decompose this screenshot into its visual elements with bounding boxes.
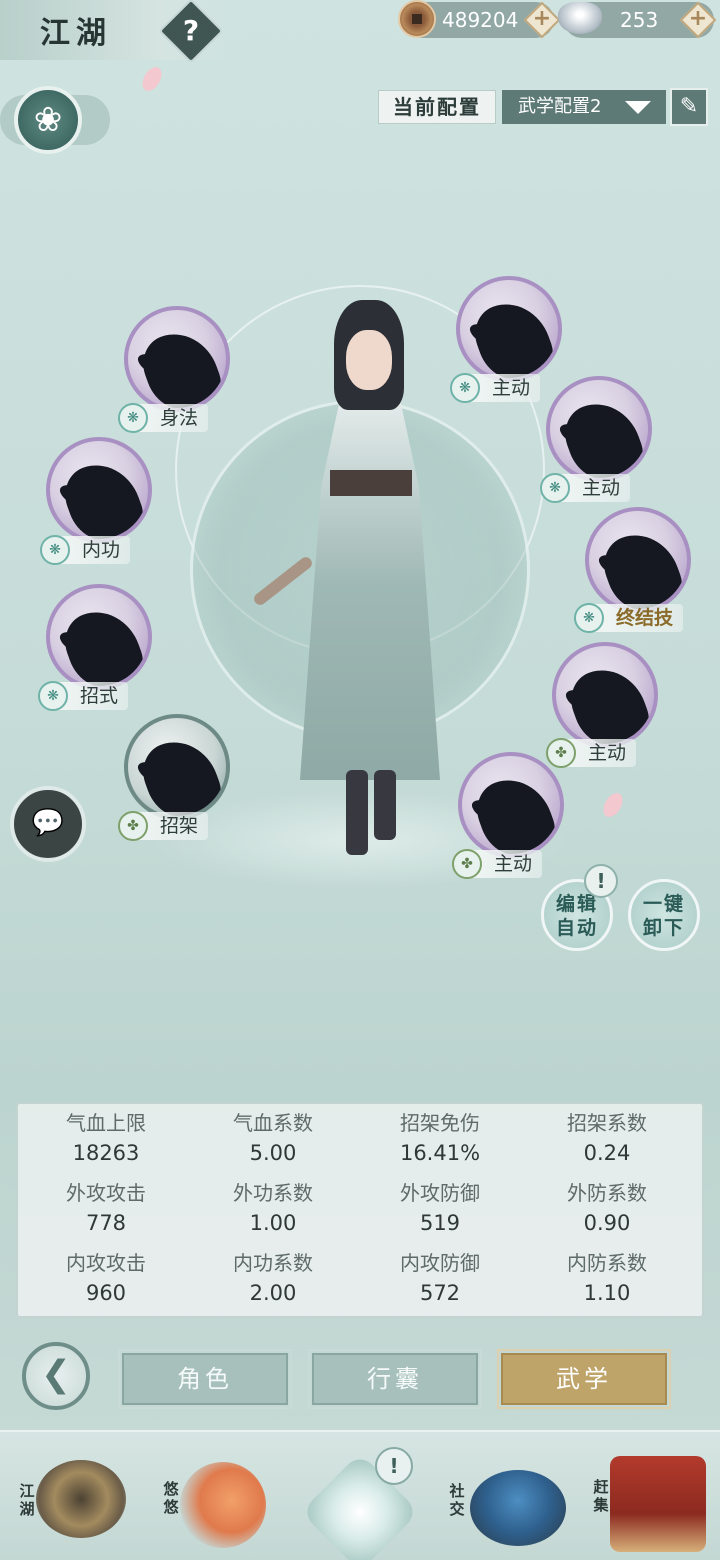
- tab-martial-arts[interactable]: 武学: [497, 1349, 671, 1409]
- stat-value: 0.24: [583, 1141, 631, 1165]
- stat-cell: 内攻防御 572: [354, 1248, 526, 1308]
- stat-label: 内功系数: [233, 1251, 313, 1275]
- stat-value: 2.00: [249, 1281, 297, 1305]
- stat-value: 16.41%: [399, 1141, 481, 1165]
- skill-slot-active-4[interactable]: [458, 752, 564, 858]
- character-leg: [346, 770, 368, 855]
- stat-label: 内攻攻击: [66, 1251, 146, 1275]
- tab-character[interactable]: 角色: [118, 1349, 292, 1409]
- wind-icon: ❋: [38, 681, 68, 711]
- skill-slot-active-1[interactable]: [456, 276, 562, 382]
- stat-label: 招架免伤: [400, 1111, 480, 1135]
- stat-value: 5.00: [249, 1141, 297, 1165]
- stat-label: 外攻攻击: [66, 1181, 146, 1205]
- silver-ingot-value: 253: [620, 8, 659, 32]
- stat-value: 1.10: [583, 1281, 631, 1305]
- plus-icon[interactable]: +: [529, 6, 555, 32]
- stat-label: 外攻防御: [400, 1181, 480, 1205]
- wind-icon: ❋: [118, 403, 148, 433]
- nav-label-jianghu[interactable]: 江湖: [16, 1482, 38, 1518]
- stat-cell: 气血上限 18263: [20, 1108, 192, 1168]
- lotus-icon[interactable]: ❀: [14, 86, 82, 154]
- wave-bowl-icon[interactable]: [470, 1470, 566, 1546]
- stat-cell: 外防系数 0.90: [521, 1178, 693, 1238]
- stat-value: 519: [419, 1211, 461, 1235]
- help-icon[interactable]: ?: [168, 8, 214, 54]
- nav-label-youyou[interactable]: 悠悠: [160, 1480, 182, 1516]
- skill-slot-active-2[interactable]: [546, 376, 652, 482]
- petal-decoration: [599, 789, 627, 821]
- petal-decoration: [138, 63, 166, 95]
- stat-cell: 外攻防御 519: [354, 1178, 526, 1238]
- skill-slot-inner-power[interactable]: [46, 437, 152, 543]
- stat-value: 572: [419, 1281, 461, 1305]
- skill-slot-parry[interactable]: [124, 714, 230, 820]
- skill-slot-finisher[interactable]: [585, 507, 691, 613]
- stat-label: 内防系数: [567, 1251, 647, 1275]
- wind-icon: ❋: [450, 373, 480, 403]
- stat-label: 气血系数: [233, 1111, 313, 1135]
- market-basket-icon[interactable]: [610, 1456, 706, 1552]
- pencil-icon: ✎: [679, 94, 699, 119]
- stat-cell: 外功系数 1.00: [187, 1178, 359, 1238]
- stat-cell: 外攻攻击 778: [20, 1178, 192, 1238]
- stat-cell: 气血系数 5.00: [187, 1108, 359, 1168]
- stat-value: 1.00: [249, 1211, 297, 1235]
- stat-label: 内攻防御: [400, 1251, 480, 1275]
- stat-label: 气血上限: [66, 1111, 146, 1135]
- chevron-down-icon[interactable]: [625, 101, 651, 114]
- wind-icon: ❋: [574, 603, 604, 633]
- copper-coin-icon: [398, 0, 436, 38]
- wind-icon: ❋: [40, 535, 70, 565]
- current-config-label: 当前配置: [378, 90, 496, 124]
- stat-label: 外功系数: [233, 1181, 313, 1205]
- bamboo-hat-icon[interactable]: [36, 1460, 126, 1538]
- stat-cell: 招架系数 0.24: [521, 1108, 693, 1168]
- plus-icon[interactable]: +: [685, 6, 711, 32]
- unequip-all-button[interactable]: 一键 卸下: [628, 879, 700, 951]
- stat-value: 18263: [72, 1141, 140, 1165]
- skill-slot-active-3[interactable]: [552, 642, 658, 748]
- chevron-left-icon: ❮: [40, 1354, 72, 1395]
- character-belt: [330, 470, 412, 496]
- skill-slot-movement[interactable]: [124, 306, 230, 412]
- stat-cell: 招架免伤 16.41%: [354, 1108, 526, 1168]
- stat-value: 960: [85, 1281, 127, 1305]
- character-leg: [374, 770, 396, 840]
- stat-cell: 内攻攻击 960: [20, 1248, 192, 1308]
- wind-icon: ❋: [540, 473, 570, 503]
- leaf-icon: ✤: [546, 738, 576, 768]
- stat-value: 778: [85, 1211, 127, 1235]
- stat-cell: 内防系数 1.10: [521, 1248, 693, 1308]
- copper-coin-value: 489204: [442, 8, 519, 32]
- leaf-icon: ✤: [118, 811, 148, 841]
- nav-label-social[interactable]: 社交: [446, 1482, 468, 1518]
- swallow-sun-icon[interactable]: [180, 1462, 266, 1548]
- stat-label: 招架系数: [567, 1111, 647, 1135]
- skill-slot-technique[interactable]: [46, 584, 152, 690]
- leaf-icon: ✤: [452, 849, 482, 879]
- stat-label: 外防系数: [567, 1181, 647, 1205]
- back-button[interactable]: ❮: [22, 1342, 90, 1410]
- character-face: [346, 330, 392, 390]
- page-title: 江湖: [40, 16, 112, 51]
- silver-ingot-icon: [558, 2, 602, 34]
- edit-config-button[interactable]: ✎: [670, 88, 708, 126]
- nav-label-market[interactable]: 赶集: [590, 1478, 612, 1514]
- alert-icon: !: [375, 1447, 413, 1485]
- stat-value: 0.90: [583, 1211, 631, 1235]
- stat-cell: 内功系数 2.00: [187, 1248, 359, 1308]
- chat-icon[interactable]: 💬: [10, 786, 86, 862]
- alert-icon: !: [584, 864, 618, 898]
- tab-inventory[interactable]: 行囊: [308, 1349, 482, 1409]
